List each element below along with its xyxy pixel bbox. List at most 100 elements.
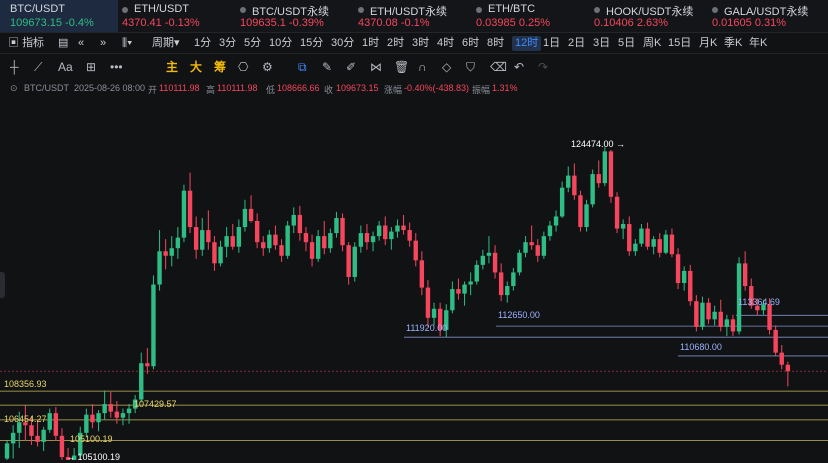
interval-option[interactable]: 8时 bbox=[487, 36, 504, 51]
candle-body bbox=[675, 254, 681, 284]
ticker-tab[interactable]: HOOK/USDT永续 0.10406 2.63% bbox=[590, 0, 708, 32]
trend-line-icon[interactable]: ⟋ bbox=[34, 59, 42, 75]
collapse-info-icon[interactable]: ⊙ bbox=[10, 83, 18, 94]
filter-icon[interactable]: ⛉ bbox=[466, 59, 475, 75]
candle-body bbox=[492, 252, 498, 273]
candle-body bbox=[279, 245, 284, 256]
candle-body bbox=[309, 242, 315, 259]
brush-icon[interactable]: ✐ bbox=[346, 59, 356, 75]
interval-option[interactable]: 3分 bbox=[219, 36, 236, 51]
expand-icon[interactable]: » bbox=[100, 36, 106, 51]
interval-option[interactable]: 月K bbox=[699, 36, 717, 51]
candle-body bbox=[474, 264, 479, 282]
ticker-tab[interactable]: BTC/USDT永续 109635.1 -0.39% bbox=[236, 0, 354, 32]
layout-icon[interactable]: ⧉ bbox=[298, 59, 307, 75]
candle-body bbox=[559, 187, 565, 217]
interval-option[interactable]: 15日 bbox=[668, 36, 691, 51]
ticker-tab[interactable]: ETH/BTC 0.03985 0.25% bbox=[472, 0, 590, 32]
candle-body bbox=[163, 251, 168, 256]
candle-body bbox=[419, 260, 425, 288]
chart-canvas[interactable] bbox=[0, 96, 828, 463]
indicator-button[interactable]: ▣ 指标 bbox=[8, 36, 44, 51]
interval-option[interactable]: 12时 bbox=[512, 36, 542, 51]
pencil-icon[interactable]: ✎ bbox=[322, 59, 332, 75]
interval-option[interactable]: 1分 bbox=[194, 36, 211, 51]
change-label: 涨幅 bbox=[384, 85, 403, 95]
candle-body bbox=[498, 272, 504, 296]
pattern-icon[interactable]: ⋈ bbox=[370, 59, 382, 75]
interval-option[interactable]: 5分 bbox=[244, 36, 261, 51]
interval-option[interactable]: 季K bbox=[724, 36, 742, 51]
interval-option[interactable]: 2日 bbox=[568, 36, 585, 51]
crosshair-icon[interactable]: ┼ bbox=[10, 59, 19, 75]
interval-option[interactable]: 15分 bbox=[300, 36, 323, 51]
high-value: 110111.98 bbox=[217, 83, 258, 93]
candle-body bbox=[352, 246, 357, 277]
candle-body bbox=[523, 242, 528, 253]
interval-option[interactable]: 30分 bbox=[331, 36, 354, 51]
indicator-icon: ▣ bbox=[8, 37, 19, 49]
collapse-icon[interactable]: « bbox=[78, 36, 84, 51]
candle-body bbox=[681, 270, 687, 284]
candle-body bbox=[541, 236, 547, 256]
candle-body bbox=[291, 214, 296, 226]
interval-option[interactable]: 3时 bbox=[412, 36, 429, 51]
candle-body bbox=[126, 408, 132, 414]
ticker-name: BTC/USDT bbox=[10, 3, 65, 15]
settings-icon[interactable]: ⚙ bbox=[262, 59, 273, 75]
interval-option[interactable]: 周K bbox=[643, 36, 661, 51]
interval-option[interactable]: 1时 bbox=[362, 36, 379, 51]
high-label: 高 bbox=[206, 85, 216, 95]
candle-body bbox=[376, 225, 382, 237]
candle-body bbox=[706, 302, 711, 320]
ticker-tab[interactable]: ETH/USDT永续 4370.08 -0.1% bbox=[354, 0, 472, 32]
big-order-button[interactable]: 大 bbox=[190, 59, 202, 75]
candle-body bbox=[450, 289, 455, 311]
candle-body bbox=[41, 429, 46, 442]
interval-option[interactable]: 4时 bbox=[437, 36, 454, 51]
pin-icon[interactable]: ◇ bbox=[442, 59, 451, 75]
text-tool-icon[interactable]: Aa bbox=[58, 59, 73, 75]
chart-type-button[interactable]: ⫼▾ bbox=[122, 36, 132, 51]
camera-icon[interactable]: ⎔ bbox=[238, 59, 248, 75]
redo-icon[interactable]: ↷ bbox=[538, 59, 548, 75]
candle-body bbox=[358, 233, 364, 247]
eraser-icon[interactable]: ⌫ bbox=[490, 59, 507, 75]
candle-body bbox=[572, 175, 577, 196]
candle-body bbox=[181, 190, 187, 238]
ticker-tab[interactable]: BTC/USDT 109673.15 -0.4% bbox=[0, 0, 118, 32]
alert-dot-icon bbox=[476, 7, 482, 13]
candle-body bbox=[328, 233, 333, 249]
candle-body bbox=[657, 239, 662, 253]
chip-button[interactable]: 筹 bbox=[214, 59, 226, 75]
candlestick-chart[interactable]: 108356.93 107429.57 106454.27 105100.19 1119… bbox=[0, 96, 828, 463]
main-indicator-button[interactable]: 主 bbox=[166, 59, 178, 75]
side-panel-handle[interactable] bbox=[0, 272, 5, 298]
delete-icon[interactable]: 🗑 bbox=[394, 59, 409, 75]
candle-body bbox=[212, 242, 217, 264]
interval-option[interactable]: 2时 bbox=[387, 36, 404, 51]
candle-body bbox=[578, 195, 583, 228]
ticker-tab[interactable]: GALA/USDT永续 0.01605 0.31% bbox=[708, 0, 826, 32]
close-value: 109673.15 bbox=[336, 83, 379, 93]
interval-option[interactable]: 6时 bbox=[462, 36, 479, 51]
more-tools-icon[interactable]: ••• bbox=[110, 59, 123, 75]
interval-option[interactable]: 5日 bbox=[618, 36, 635, 51]
period-dropdown[interactable]: 周期▾ bbox=[152, 36, 180, 51]
interval-option[interactable]: 3日 bbox=[593, 36, 610, 51]
candle-body bbox=[480, 255, 486, 265]
drawing-toolbar: ┼ ⟋ Aa ⊞ ••• 主 大 筹 ⎔ ⚙ ⧉ ✎ ✐ ⋈ 🗑 ∩ ◇ ⛉ ⌫… bbox=[0, 56, 828, 78]
candle-body bbox=[517, 252, 522, 273]
alert-dot-icon bbox=[358, 7, 364, 13]
candle-body bbox=[645, 228, 650, 247]
candle-body bbox=[169, 248, 174, 256]
interval-option[interactable]: 10分 bbox=[269, 36, 292, 51]
ticker-tab[interactable]: ETH/USDT 4370.41 -0.13% bbox=[118, 0, 236, 32]
level-label: 106454.27 bbox=[4, 413, 47, 424]
interval-option[interactable]: 1日 bbox=[543, 36, 560, 51]
ruler-icon[interactable]: ⊞ bbox=[86, 59, 96, 75]
calendar-icon[interactable]: ▤ bbox=[58, 36, 68, 51]
magnet-icon[interactable]: ∩ bbox=[418, 59, 427, 75]
interval-option[interactable]: 年K bbox=[749, 36, 767, 51]
undo-icon[interactable]: ↶ bbox=[514, 59, 524, 75]
